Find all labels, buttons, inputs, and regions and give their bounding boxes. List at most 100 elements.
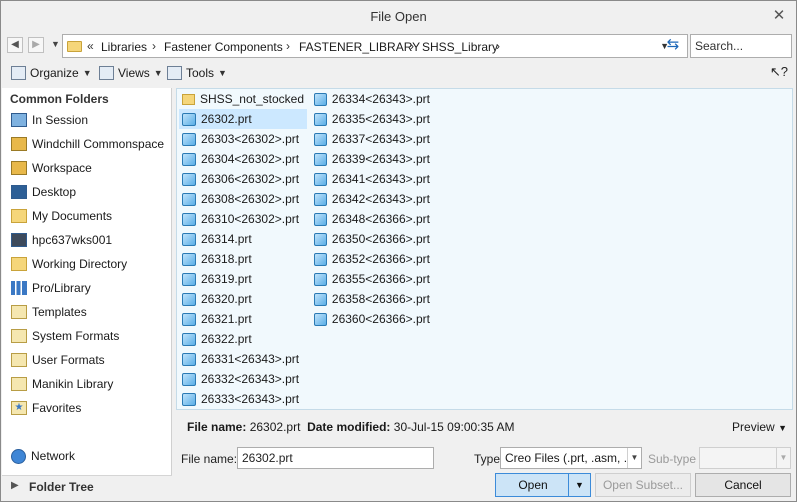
- file-item[interactable]: 26331<26343>.prt: [179, 349, 307, 369]
- file-list[interactable]: SHSS_not_stocked 26302.prt 26303<26302>.pr…: [176, 88, 793, 410]
- file-item-label: 26304<26302>.prt: [201, 152, 300, 166]
- file-name-input[interactable]: [237, 447, 434, 469]
- path-segment[interactable]: Libraries: [101, 40, 147, 54]
- file-item[interactable]: 26355<26366>.prt: [311, 269, 433, 289]
- path-overflow-icon[interactable]: «: [87, 39, 94, 53]
- search-input[interactable]: [690, 34, 792, 58]
- views-button[interactable]: Views ▼: [99, 64, 163, 82]
- file-item[interactable]: 26348<26366>.prt: [311, 209, 433, 229]
- path-segment[interactable]: Fastener Components: [164, 40, 283, 54]
- path-segment[interactable]: FASTENER_LIBRARY: [299, 40, 420, 54]
- info-date-value: 30-Jul-15 09:00:35 AM: [393, 420, 515, 434]
- sidebar-item-desktop[interactable]: Desktop: [11, 182, 76, 202]
- file-item-label: 26314.prt: [201, 232, 252, 246]
- file-item[interactable]: 26306<26302>.prt: [179, 169, 307, 189]
- sidebar-item-label: Workspace: [32, 161, 92, 175]
- file-item[interactable]: 26360<26366>.prt: [311, 309, 433, 329]
- info-date-label: Date modified:: [307, 420, 391, 434]
- file-item[interactable]: 26334<26343>.prt: [311, 89, 433, 109]
- file-item[interactable]: 26337<26343>.prt: [311, 129, 433, 149]
- file-item[interactable]: 26303<26302>.prt: [179, 129, 307, 149]
- sidebar-item-my-documents[interactable]: My Documents: [11, 206, 112, 226]
- sidebar-item-favorites[interactable]: ★ Favorites: [11, 398, 81, 418]
- file-item[interactable]: 26308<26302>.prt: [179, 189, 307, 209]
- sidebar-item-system-formats[interactable]: System Formats: [11, 326, 119, 346]
- file-item[interactable]: 26304<26302>.prt: [179, 149, 307, 169]
- organize-button[interactable]: Organize ▼: [11, 64, 92, 82]
- sidebar-item-windchill-commonspace[interactable]: Windchill Commonspace: [11, 134, 164, 154]
- file-item-label: 26322.prt: [201, 332, 252, 346]
- forward-arrow-icon[interactable]: ▶: [28, 37, 44, 53]
- subtype-select[interactable]: ▼: [699, 447, 791, 469]
- part-file-icon: [314, 312, 327, 326]
- sidebar-item-manikin-library[interactable]: Manikin Library: [11, 374, 113, 394]
- file-item[interactable]: 26332<26343>.prt: [179, 369, 307, 389]
- tools-button[interactable]: Tools ▼: [167, 64, 227, 82]
- part-file-icon: [314, 112, 327, 126]
- folder-tree-toggle[interactable]: ▶ Folder Tree: [2, 475, 172, 497]
- manikin-icon: [11, 377, 27, 391]
- part-file-icon: [314, 252, 327, 266]
- sidebar-item-label: System Formats: [32, 329, 120, 343]
- help-cursor-icon[interactable]: ↖?: [770, 64, 788, 80]
- part-file-icon: [182, 252, 196, 266]
- cancel-button[interactable]: Cancel: [695, 473, 791, 497]
- common-folders-heading: Common Folders: [10, 92, 109, 106]
- sidebar-item-pro-library[interactable]: Pro/Library: [11, 278, 91, 298]
- sidebar-item-templates[interactable]: Templates: [11, 302, 87, 322]
- refresh-icon[interactable]: ⇆: [663, 37, 683, 55]
- back-arrow-icon[interactable]: ◀: [7, 37, 23, 53]
- file-item[interactable]: 26302.prt: [179, 109, 307, 129]
- open-options-dropdown-icon[interactable]: ▼: [568, 474, 590, 496]
- workspace-icon: [11, 161, 27, 175]
- path-separator-icon[interactable]: ›: [152, 39, 156, 53]
- file-name-label: File name:: [181, 452, 238, 466]
- history-dropdown-icon[interactable]: ▼: [51, 39, 60, 49]
- templates-icon: [11, 305, 27, 319]
- open-button[interactable]: Open ▼: [495, 473, 591, 497]
- file-item[interactable]: 26342<26343>.prt: [311, 189, 433, 209]
- file-item[interactable]: 26319.prt: [179, 269, 307, 289]
- sidebar-item-working-directory[interactable]: Working Directory: [11, 254, 127, 274]
- open-subset-button[interactable]: Open Subset...: [595, 473, 691, 497]
- tools-icon: [167, 66, 182, 80]
- file-item-label: 26342<26343>.prt: [331, 192, 430, 206]
- commonspace-icon: [11, 137, 27, 151]
- file-item[interactable]: 26318.prt: [179, 249, 307, 269]
- file-item[interactable]: 26321.prt: [179, 309, 307, 329]
- file-item[interactable]: 26310<26302>.prt: [179, 209, 307, 229]
- tools-label: Tools: [186, 66, 215, 80]
- sidebar-item-in-session[interactable]: In Session: [11, 110, 88, 130]
- file-item[interactable]: 26322.prt: [179, 329, 307, 349]
- file-item-label: 26333<26343>.prt: [201, 392, 300, 406]
- close-icon[interactable]: ✕: [772, 7, 786, 25]
- file-item[interactable]: 26341<26343>.prt: [311, 169, 433, 189]
- dialog-title: File Open: [370, 9, 427, 24]
- file-item[interactable]: 26339<26343>.prt: [311, 149, 433, 169]
- folder-item[interactable]: SHSS_not_stocked: [179, 89, 307, 109]
- preview-toggle[interactable]: Preview ▼: [732, 420, 787, 434]
- views-label: Views: [118, 66, 150, 80]
- sidebar-item-user-formats[interactable]: User Formats: [11, 350, 105, 370]
- file-item[interactable]: 26333<26343>.prt: [179, 389, 307, 409]
- chevron-down-icon: ▼: [776, 448, 790, 468]
- path-segment[interactable]: SHSS_Library: [422, 40, 498, 54]
- file-item[interactable]: 26352<26366>.prt: [311, 249, 433, 269]
- file-item[interactable]: 26320.prt: [179, 289, 307, 309]
- file-item[interactable]: 26350<26366>.prt: [311, 229, 433, 249]
- type-select[interactable]: Creo Files (.prt, .asm, . ▼: [500, 447, 642, 469]
- sidebar-item-computer[interactable]: hpc637wks001: [11, 230, 112, 250]
- sidebar-item-network[interactable]: Network: [11, 446, 75, 466]
- part-file-icon: [314, 152, 327, 166]
- path-separator-icon[interactable]: ›: [496, 39, 500, 53]
- path-separator-icon[interactable]: ›: [410, 39, 414, 53]
- sidebar-item-workspace[interactable]: Workspace: [11, 158, 92, 178]
- file-item[interactable]: 26335<26343>.prt: [311, 109, 433, 129]
- address-bar[interactable]: « Libraries › Fastener Components › FAST…: [62, 34, 688, 58]
- file-item[interactable]: 26358<26366>.prt: [311, 289, 433, 309]
- file-item[interactable]: 26314.prt: [179, 229, 307, 249]
- chevron-down-icon: ▼: [218, 68, 227, 78]
- file-item-label: 26306<26302>.prt: [201, 172, 300, 186]
- file-item-label: 26350<26366>.prt: [331, 232, 430, 246]
- path-separator-icon[interactable]: ›: [286, 39, 290, 53]
